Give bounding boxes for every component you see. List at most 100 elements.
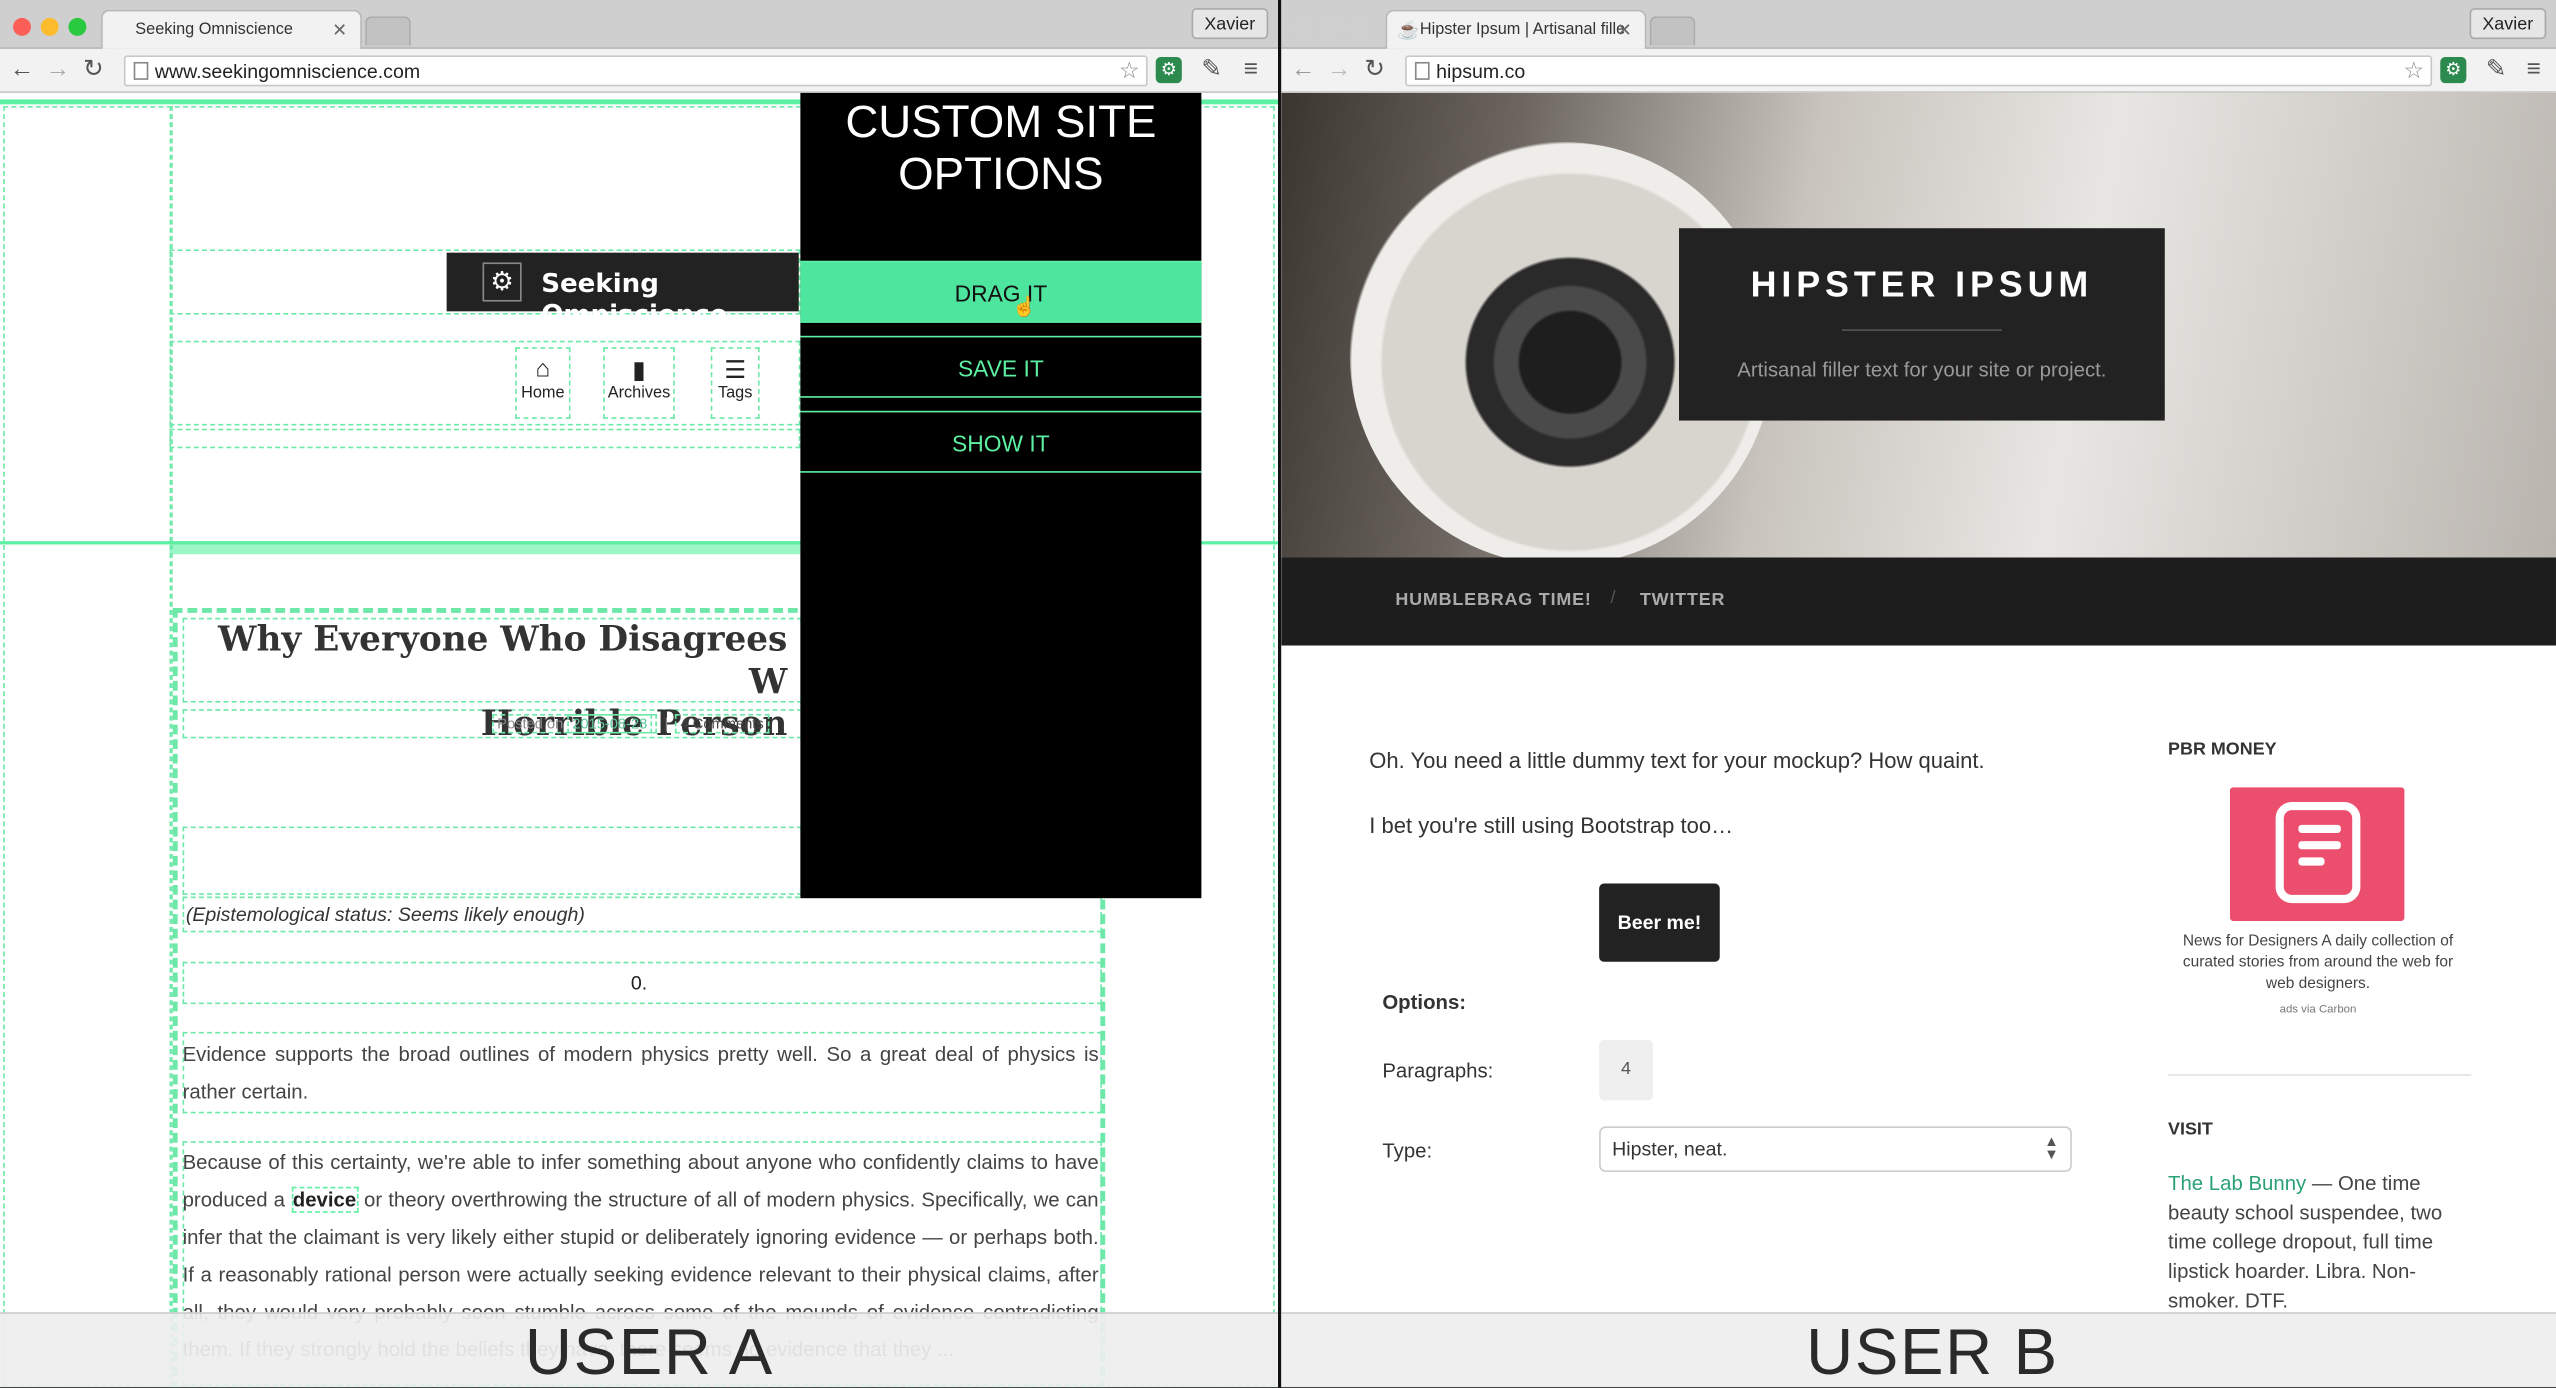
tab-bar: ☕ Hipster Ipsum | Artisanal fille ✕ Xavi…: [1281, 0, 2556, 49]
user-a-caption: USER A: [524, 1317, 774, 1388]
lab-bunny-link[interactable]: The Lab Bunny: [2168, 1172, 2306, 1195]
url-text: hipsum.co: [1436, 60, 1526, 84]
extension-icon[interactable]: ⚙: [1155, 57, 1182, 84]
comments-link[interactable]: 4 Comments: [675, 713, 769, 734]
paragraphs-label: Paragraphs:: [1382, 1059, 1494, 1083]
user-b-caption: USER B: [1806, 1317, 2059, 1388]
hero-image: HIPSTER IPSUM Artisanal filler text for …: [1281, 92, 2556, 566]
beer-me-button[interactable]: Beer me!: [1599, 883, 1720, 962]
ad-text[interactable]: News for Designers A daily collection of…: [2175, 931, 2462, 995]
ad-attribution[interactable]: ads via Carbon: [2175, 1004, 2462, 1015]
site-menu: HUMBLEBRAG TIME! / TWITTER: [1281, 557, 2556, 646]
tab-title: Seeking Omniscience: [135, 21, 293, 40]
tab-hipster-ipsum[interactable]: ☕ Hipster Ipsum | Artisanal fille ✕: [1385, 9, 1647, 49]
tab-seeking-omniscience[interactable]: Seeking Omniscience ✕: [101, 9, 362, 49]
maximize-window-button[interactable]: [68, 17, 87, 36]
bookmark-star-icon[interactable]: ☆: [1119, 57, 1139, 85]
type-select-value: Hipster, neat.: [1612, 1137, 1728, 1161]
close-tab-icon[interactable]: ✕: [1617, 20, 1632, 41]
split-screen: Seeking Omniscience ✕ Xavier ← → ↻ www.s…: [0, 0, 2556, 1388]
page-content-hipster-ipsum: HIPSTER IPSUM Artisanal filler text for …: [1281, 92, 2556, 1388]
spacer-region: [182, 826, 803, 895]
user-profile-chip[interactable]: Xavier: [1191, 8, 1269, 40]
document-icon: [2275, 802, 2361, 904]
maximize-window-button[interactable]: [1349, 17, 1368, 36]
mouse-pointer-icon: ☝: [1012, 295, 1037, 318]
visit-heading: VISIT: [2168, 1119, 2213, 1140]
film-icon: ▮: [632, 356, 646, 385]
home-icon: ⌂: [535, 355, 551, 384]
back-icon[interactable]: ←: [1291, 55, 1315, 84]
section-number: 0.: [630, 971, 648, 995]
blog-title-text: Seeking Omniscience: [541, 267, 728, 330]
close-tab-icon[interactable]: ✕: [332, 20, 347, 41]
type-select[interactable]: Hipster, neat. ▲ ▼: [1599, 1126, 2072, 1173]
nav-label: Tags: [717, 384, 753, 403]
bookmark-star-icon[interactable]: ☆: [2403, 57, 2423, 85]
browser-window-user-b: ☕ Hipster Ipsum | Artisanal fille ✕ Xavi…: [1281, 0, 2556, 1388]
tab-title: Hipster Ipsum | Artisanal fille: [1419, 21, 1626, 40]
blog-title[interactable]: ⚙ Seeking Omniscience: [446, 252, 799, 329]
browser-window-user-a: Seeking Omniscience ✕ Xavier ← → ↻ www.s…: [0, 0, 1278, 1388]
pbr-money-heading: PBR MONEY: [2168, 740, 2277, 760]
window-controls: [13, 15, 96, 44]
intro-text: I bet you're still using Bootstrap too…: [1369, 813, 1734, 838]
forward-icon[interactable]: →: [46, 55, 70, 84]
panel-title-line: OPTIONS: [898, 148, 1104, 199]
site-logo-icon: ⚙: [482, 262, 522, 302]
close-window-button[interactable]: [1294, 17, 1313, 36]
menu-icon[interactable]: ≡: [2527, 55, 2541, 84]
drag-it-button[interactable]: DRAG IT: [800, 260, 1202, 323]
new-tab-button[interactable]: [1649, 16, 1696, 46]
post-date[interactable]: 2015-08-28: [567, 713, 653, 734]
nav-tags[interactable]: ☰ Tags: [710, 347, 760, 419]
extension-icon[interactable]: ⚙: [2440, 57, 2467, 84]
minimize-window-button[interactable]: [40, 17, 59, 36]
article-title-line: Why Everyone Who Disagrees W: [218, 617, 788, 701]
panel-title: CUSTOM SITE OPTIONS: [800, 96, 1201, 200]
address-bar[interactable]: www.seekingomniscience.com ☆: [123, 55, 1148, 87]
paragraphs-input[interactable]: 4: [1599, 1040, 1653, 1101]
highlighted-word[interactable]: device: [291, 1186, 358, 1213]
nav-archives[interactable]: ▮ Archives: [603, 347, 675, 419]
url-text: www.seekingomniscience.com: [154, 60, 421, 84]
menu-icon[interactable]: ≡: [1244, 55, 1258, 84]
tab-bar: Seeking Omniscience ✕ Xavier: [0, 0, 1278, 49]
minimize-window-button[interactable]: [1322, 17, 1340, 36]
page-icon: [1414, 61, 1430, 80]
site-title[interactable]: HIPSTER IPSUM: [1679, 264, 2165, 306]
panel-title-line: CUSTOM SITE: [845, 96, 1157, 147]
select-arrows-icon: ▲ ▼: [2044, 1132, 2059, 1163]
custom-site-options-panel: CUSTOM SITE OPTIONS DRAG IT SAVE IT SHOW…: [800, 92, 1202, 899]
reload-icon[interactable]: ↻: [83, 55, 104, 84]
site-tagline: Artisanal filler text for your site or p…: [1737, 358, 2107, 382]
carbon-ad-image[interactable]: [2229, 787, 2405, 922]
favicon-icon: ☕: [1396, 21, 1420, 41]
pen-extension-icon[interactable]: ✎: [2486, 55, 2507, 84]
address-bar[interactable]: hipsum.co ☆: [1405, 55, 2433, 87]
close-window-button[interactable]: [13, 17, 31, 36]
posted-on-label: Posted on: [497, 715, 564, 732]
sidebar-divider: [2168, 1074, 2472, 1076]
intro-text: Oh. You need a little dummy text for you…: [1369, 748, 1985, 773]
user-profile-chip[interactable]: Xavier: [2469, 8, 2547, 40]
forward-icon[interactable]: →: [1327, 55, 1351, 84]
divider: [1842, 329, 2002, 331]
menu-item-twitter[interactable]: TWITTER: [1640, 590, 1725, 610]
show-it-button[interactable]: SHOW IT: [800, 410, 1202, 473]
new-tab-button[interactable]: [365, 16, 411, 46]
list-icon: ☰: [724, 356, 747, 385]
menu-item-humblebrag[interactable]: HUMBLEBRAG TIME!: [1395, 590, 1591, 610]
nav-home[interactable]: ⌂ Home: [515, 347, 571, 419]
page-icon: [133, 61, 149, 80]
save-it-button[interactable]: SAVE IT: [800, 335, 1202, 398]
back-icon[interactable]: ←: [10, 55, 34, 84]
pen-extension-icon[interactable]: ✎: [1201, 55, 1222, 84]
type-label: Type:: [1382, 1139, 1433, 1163]
spacer-region: [169, 428, 801, 449]
reload-icon[interactable]: ↻: [1364, 55, 1385, 84]
article-paragraph: Evidence supports the broad outlines of …: [182, 1043, 1099, 1104]
nav-label: Archives: [607, 384, 671, 403]
options-label: Options:: [1382, 991, 1467, 1014]
posted-on: Posted on 2015-08-28: [492, 713, 658, 734]
